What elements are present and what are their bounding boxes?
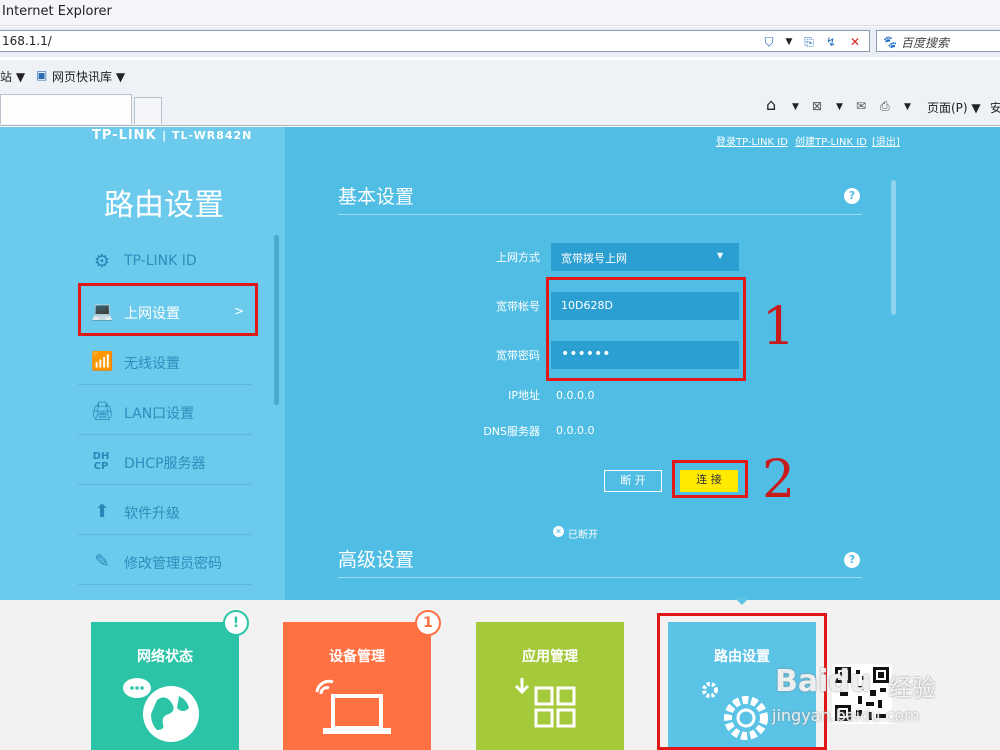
tab-bar: ⌂ ▼ ⊠ ▼ ✉ ⎙ ▼ 页面(P) ▼ 安 — [0, 92, 1000, 126]
wan-type-select[interactable]: 宽带拨号上网 ▼ — [551, 243, 739, 271]
sidebar-title: 路由设置 — [104, 188, 224, 223]
print-icon[interactable]: ⎙ — [880, 99, 890, 114]
page-menu[interactable]: 页面(P) ▼ — [927, 99, 981, 116]
favorites-bar: 站 ▼ ▣ 网页快讯库 ▼ — [0, 60, 1000, 92]
password-label: 宽带密码 — [496, 349, 540, 362]
ip-label: IP地址 — [508, 389, 540, 402]
sidebar-item-label: 修改管理员密码 — [124, 556, 222, 572]
watermark-sub: 经验 — [888, 674, 936, 702]
sidebar-item-label: DHCP服务器 — [124, 456, 206, 472]
divider — [338, 214, 862, 215]
annotation-number-1: 1 — [762, 297, 796, 357]
laptop-wifi-icon — [315, 679, 391, 734]
sidebar-item-label: 软件升级 — [124, 506, 180, 522]
sidebar-item-wireless[interactable]: 📶 无线设置 — [78, 337, 252, 385]
home-icon[interactable]: ⌂ — [766, 95, 776, 114]
login-tplink-id-link[interactable]: 登录TP-LINK ID — [716, 133, 788, 148]
annotation-box-credentials — [546, 277, 746, 381]
dns-label: DNS服务器 — [483, 425, 540, 438]
apps-grid-icon — [514, 678, 576, 728]
chevron-down-icon: ▼ — [717, 251, 724, 260]
create-tplink-id-link[interactable]: 创建TP-LINK ID — [795, 133, 867, 148]
tile-app-management[interactable]: 应用管理 — [476, 622, 624, 750]
sidebar-item-label: TP-LINK ID — [124, 253, 197, 269]
upload-icon: ⬆ — [94, 501, 110, 522]
window-titlebar: Internet Explorer — [0, 0, 1000, 26]
wifi-icon: 📶 — [91, 351, 114, 372]
sidebar-item-upgrade[interactable]: ⬆ 软件升级 — [78, 487, 252, 535]
page-icon: ▣ — [36, 68, 48, 82]
feeds-icon[interactable]: ⊠ — [812, 99, 822, 113]
disconnect-button[interactable]: 断 开 — [604, 470, 662, 492]
dropdown-icon[interactable]: ▼ — [780, 34, 798, 50]
sidebar-item-dhcp[interactable]: DH CP DHCP服务器 — [78, 437, 252, 485]
tab-current[interactable] — [0, 94, 132, 124]
shield-icon[interactable]: ⛉ — [760, 34, 778, 50]
tile-device-management[interactable]: 1 设备管理 — [283, 610, 441, 750]
help-icon[interactable]: ? — [844, 552, 860, 568]
search-placeholder: 百度搜索 — [901, 36, 950, 50]
new-tab-button[interactable] — [134, 97, 162, 124]
baidu-paw-icon: 🐾 — [881, 35, 897, 49]
watermark-brand: Baidu — [775, 664, 872, 699]
tplink-logo: TP-LINK | TL-WR842N — [92, 128, 253, 143]
mail-icon[interactable]: ✉ — [856, 99, 866, 113]
feeds-dropdown-icon[interactable]: ▼ — [836, 102, 843, 112]
connection-status: 已断开 — [568, 530, 598, 541]
window-title: Internet Explorer — [2, 4, 112, 19]
fav-item-site[interactable]: 站 ▼ — [0, 68, 25, 85]
advanced-settings-title: 高级设置 — [338, 549, 415, 571]
router-icon: 🖨 — [91, 401, 114, 422]
help-icon[interactable]: ? — [844, 188, 860, 204]
sidebar-item-tplink-id[interactable]: ⚙ TP-LINK ID — [78, 237, 252, 285]
annotation-number-2: 2 — [762, 450, 796, 510]
sidebar-item-admin-password[interactable]: ✎ 修改管理员密码 — [78, 537, 252, 585]
dhcp-icon: DH CP — [92, 451, 110, 472]
active-pointer — [734, 597, 750, 605]
fav-item-webslice[interactable]: 网页快讯库 ▼ — [52, 68, 125, 85]
refresh-icon[interactable]: ↯ — [822, 34, 840, 50]
logout-link[interactable]: [退出] — [872, 133, 900, 148]
gear-icon: ⚙ — [93, 251, 111, 272]
search-box[interactable]: 🐾 百度搜索 — [876, 30, 1000, 52]
stop-icon[interactable]: ✕ — [846, 34, 864, 50]
url-text: 168.1.1/ — [2, 34, 52, 48]
annotation-box-sidebar — [78, 283, 258, 336]
sidebar-item-label: LAN口设置 — [124, 406, 195, 422]
print-dropdown-icon[interactable]: ▼ — [904, 102, 911, 112]
sidebar-item-label: 无线设置 — [124, 356, 180, 372]
watermark-domain: jingyan.baidu.com — [772, 706, 920, 725]
safety-menu[interactable]: 安 — [990, 99, 1000, 116]
sidebar-scrollbar[interactable] — [274, 235, 279, 405]
annotation-box-connect — [672, 460, 748, 498]
main-scrollbar[interactable] — [891, 180, 896, 315]
ip-value: 0.0.0.0 — [556, 389, 595, 402]
tile-network-status[interactable]: ! 网络状态 — [91, 610, 249, 750]
divider — [338, 577, 862, 578]
home-dropdown-icon[interactable]: ▼ — [792, 102, 799, 112]
account-label: 宽带帐号 — [496, 300, 540, 313]
dns-value: 0.0.0.0 — [556, 424, 595, 437]
sidebar-item-lan[interactable]: 🖨 LAN口设置 — [78, 387, 252, 435]
globe-icon — [123, 678, 199, 742]
address-input[interactable]: 168.1.1/ ⛉ ▼ ⎘ ↯ ✕ — [0, 30, 870, 52]
wan-type-label: 上网方式 — [496, 251, 540, 264]
compat-icon[interactable]: ⎘ — [800, 34, 818, 50]
disconnected-icon: ✕ — [553, 526, 564, 537]
basic-settings-title: 基本设置 — [338, 186, 415, 208]
pencil-icon: ✎ — [94, 551, 110, 572]
